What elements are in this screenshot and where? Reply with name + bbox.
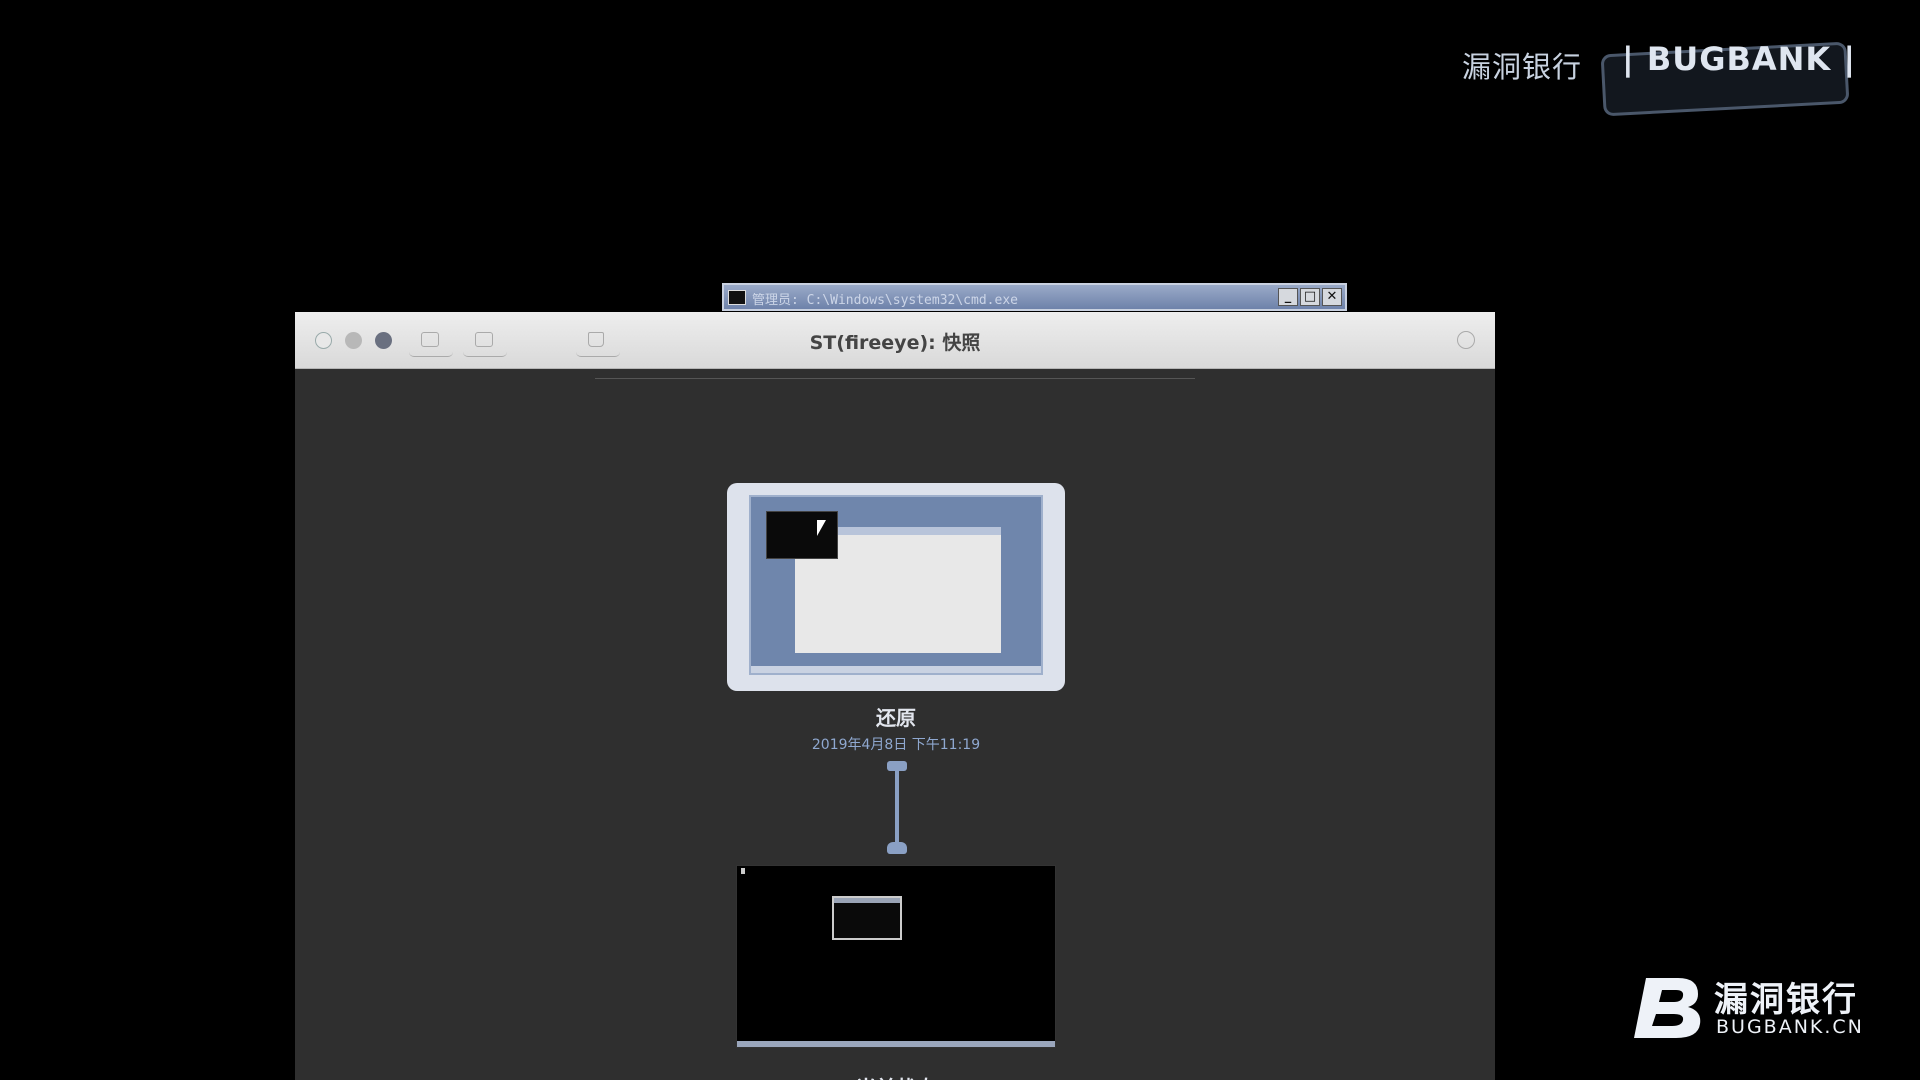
cursor-icon [817, 520, 826, 536]
info-icon [1457, 331, 1475, 349]
terminal-controls: _ □ ✕ [1278, 288, 1342, 306]
terminal-window-titlebar[interactable]: 管理员: C:\Windows\system32\cmd.exe _ □ ✕ [722, 283, 1347, 311]
connector-line [895, 767, 899, 845]
terminal-icon [728, 290, 746, 305]
terminal-close-button[interactable]: ✕ [1322, 288, 1342, 306]
current-state-name: 当前状态 [736, 1072, 1056, 1080]
snapshot-thumbnail [749, 495, 1043, 675]
current-state-card[interactable] [736, 865, 1056, 1048]
current-thumbnail-window [832, 896, 902, 940]
snapshot-window: ST(fireeye): 快照 还原 2019年4月8日 下午11:19 当前状… [295, 312, 1495, 1080]
logo-english: BUGBANK.CN [1716, 1016, 1864, 1038]
desktop-icon [741, 868, 745, 874]
terminal-minimize-button[interactable]: _ [1278, 288, 1298, 306]
snapshot-date: 2019年4月8日 下午11:19 [811, 737, 981, 753]
snapshot-name: 还原 [876, 706, 916, 730]
divider [595, 378, 1195, 379]
connector-bottom-node [887, 842, 907, 854]
watermark-top: 漏洞银行 | BUGBANK | [1462, 40, 1882, 117]
window-title: ST(fireeye): 快照 [809, 332, 981, 354]
logo-chinese: 漏洞银行 [1714, 980, 1858, 1020]
bugbank-logo: 漏洞银行 BUGBANK.CN [1632, 972, 1872, 1042]
terminal-maximize-button[interactable]: □ [1300, 288, 1320, 306]
snapshot-card[interactable] [727, 483, 1065, 691]
terminal-title: 管理员: C:\Windows\system32\cmd.exe [752, 293, 1018, 308]
current-thumbnail-taskbar [737, 1041, 1055, 1047]
window-titlebar[interactable]: ST(fireeye): 快照 [295, 312, 1495, 369]
thumbnail-dark-window [766, 511, 838, 559]
thumbnail-taskbar [751, 666, 1041, 673]
watermark-chinese: 漏洞银行 [1462, 50, 1583, 84]
info-button[interactable] [1449, 326, 1483, 356]
bugbank-b-icon [1634, 978, 1701, 1038]
watermark-english: | BUGBANK | [1622, 40, 1857, 78]
